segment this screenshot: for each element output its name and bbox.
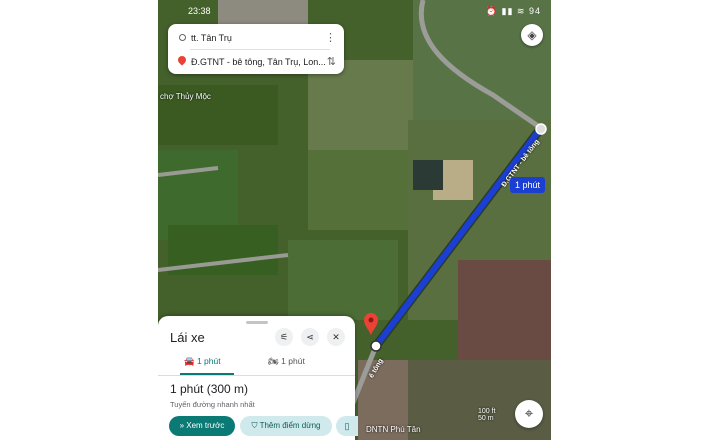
bookmark-icon: ▯ <box>344 421 350 431</box>
tab-motorbike[interactable]: 🏍 1 phút <box>268 356 305 376</box>
route-start-dot <box>535 123 547 135</box>
tune-icon: ⚟ <box>279 332 289 342</box>
scale-ft: 100 ft <box>478 408 496 415</box>
my-location-button[interactable]: ⌖ <box>515 400 543 428</box>
status-icons: ⏰ ▮▮ ≋ 94 <box>486 6 541 17</box>
close-icon: ✕ <box>332 332 340 342</box>
sheet-title: Lái xe <box>170 330 205 345</box>
add-stop-icon: ⛉ <box>251 421 258 430</box>
scale-m: 50 m <box>478 415 494 422</box>
alarm-icon: ⏰ <box>485 6 498 16</box>
origin-row[interactable]: tt. Tân Trụ ⋮ <box>168 26 344 50</box>
place-label-market[interactable]: chợ Thủy Mộc <box>160 92 211 101</box>
destination-row[interactable]: Đ.GTNT - bê tông, Tân Trụ, Lon... ⇅ <box>168 50 344 74</box>
divider <box>158 375 355 376</box>
more-vert-icon[interactable]: ⋮ <box>325 31 336 44</box>
signal-icon: ▮▮ <box>501 6 514 16</box>
route-end-dot <box>370 340 382 352</box>
status-bar: 23:38 ⏰ ▮▮ ≋ 94 <box>158 0 551 22</box>
directions-card: tt. Tân Trụ ⋮ Đ.GTNT - bê tông, Tân Trụ,… <box>168 24 344 74</box>
route-eta-label[interactable]: 1 phút <box>510 177 546 193</box>
preview-button[interactable]: » Xem trước <box>169 416 235 436</box>
layers-icon: ◈ <box>527 28 537 42</box>
directions-sheet: Lái xe ⚟ ⋖ ✕ 🚘 1 phút 🏍 1 phút 1 phút (3… <box>158 316 358 440</box>
destination-pin-icon <box>176 54 188 66</box>
route-subtitle: Tuyến đường nhanh nhất <box>170 400 255 409</box>
map-scale: 100 ft 50 m <box>478 408 496 422</box>
close-button[interactable]: ✕ <box>327 328 345 346</box>
tab-drive-label: 1 phút <box>196 356 221 366</box>
add-stop-label: Thêm điểm dừng <box>259 421 321 430</box>
preview-label: Xem trước <box>186 421 225 430</box>
layers-button[interactable]: ◈ <box>521 24 543 46</box>
battery-level: 94 <box>528 6 541 16</box>
add-stop-button[interactable]: ⛉ Thêm điểm dừng <box>240 416 332 436</box>
drag-handle[interactable] <box>246 321 268 324</box>
origin-field[interactable]: tt. Tân Trụ <box>191 33 232 43</box>
share-icon: ⋖ <box>306 332 314 342</box>
crosshair-icon: ⌖ <box>524 405 534 422</box>
destination-field[interactable]: Đ.GTNT - bê tông, Tân Trụ, Lon... <box>191 57 326 67</box>
share-button[interactable]: ⋖ <box>301 328 319 346</box>
origin-dot-icon <box>179 34 186 41</box>
car-icon: 🚘 <box>184 356 195 366</box>
status-time: 23:38 <box>188 6 211 16</box>
place-label-business[interactable]: DNTN Phú Tân <box>366 425 421 434</box>
route-duration: 1 phút (300 m) <box>170 382 249 396</box>
swap-icon[interactable]: ⇅ <box>327 55 336 68</box>
motorbike-icon: 🏍 <box>268 356 279 366</box>
phone-screen: Đ.GTNT - bê tông ê tông chợ Thủy Mộc DNT… <box>158 0 551 440</box>
tab-motorbike-label: 1 phút <box>281 356 305 366</box>
forward-icon: » <box>179 421 185 430</box>
wifi-icon: ≋ <box>516 6 526 16</box>
options-button[interactable]: ⚟ <box>275 328 293 346</box>
save-button[interactable]: ▯ <box>336 416 358 436</box>
